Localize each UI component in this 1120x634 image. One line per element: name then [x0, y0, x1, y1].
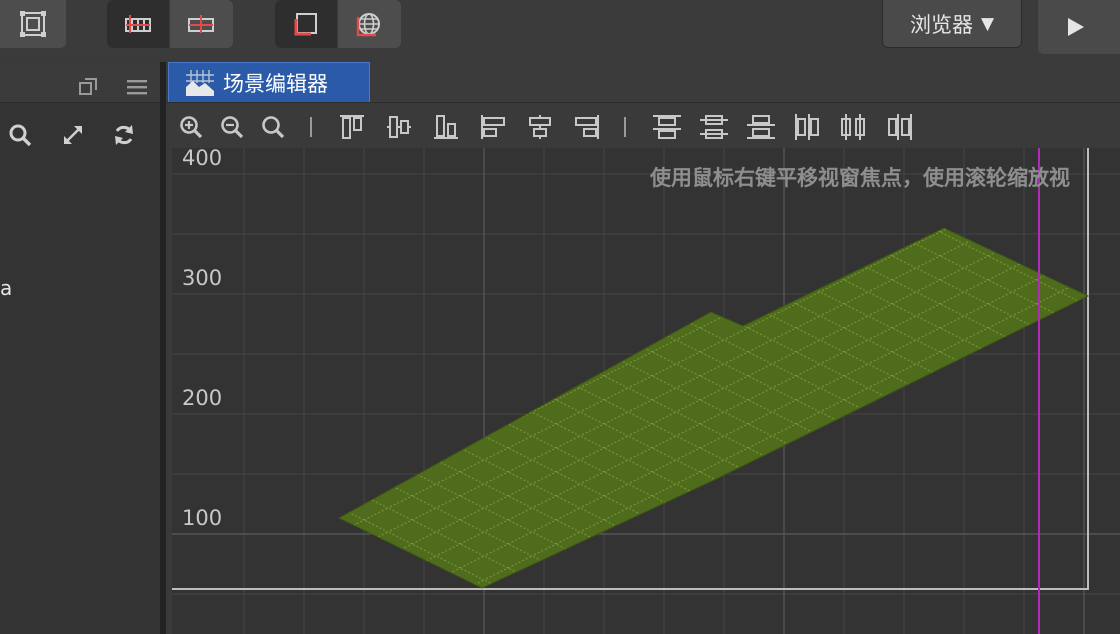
grid-ruler-icon [125, 15, 151, 33]
local-frame-icon [294, 13, 317, 36]
grid-mode-button-a[interactable] [107, 0, 169, 48]
coordinate-mode-group [275, 0, 401, 48]
panel-tools [0, 103, 160, 151]
zoom-in-icon[interactable] [179, 115, 203, 139]
y-axis-label-300: 300 [182, 266, 223, 290]
grid-mode-button-b[interactable] [169, 0, 232, 48]
align-right-icon[interactable] [573, 113, 601, 141]
browser-select-label: 浏览器 [909, 12, 973, 37]
grid-cross-icon [188, 15, 214, 33]
align-top-icon[interactable] [338, 113, 366, 141]
local-space-button[interactable] [275, 0, 337, 48]
y-axis-label-200: 200 [182, 386, 223, 410]
toolbar-separator [310, 117, 312, 137]
frame-icon [20, 11, 46, 37]
search-icon[interactable] [8, 123, 32, 147]
frame-view-button[interactable] [0, 0, 66, 48]
tab-label: 场景编辑器 [223, 71, 328, 96]
menu-icon[interactable] [127, 79, 147, 95]
distribute-bottom-icon[interactable] [745, 113, 777, 141]
y-axis-label-400: 400 [182, 148, 223, 170]
zoom-out-icon[interactable] [220, 115, 244, 139]
distribute-middle-icon[interactable] [698, 113, 730, 141]
grid-mode-group [107, 0, 233, 48]
play-button[interactable] [1038, 0, 1120, 54]
align-vertical-center-icon[interactable] [385, 113, 413, 141]
globe-icon [356, 13, 380, 37]
chevron-down-icon: ▼ [980, 13, 995, 34]
distribute-left-icon[interactable] [793, 112, 821, 142]
refresh-icon[interactable] [112, 123, 136, 147]
browser-select[interactable]: 浏览器 ▼ [882, 0, 1022, 48]
tab-scene-editor[interactable]: 场景编辑器 [168, 62, 370, 102]
popout-icon[interactable] [79, 78, 97, 96]
hierarchy-panel: a [0, 62, 160, 634]
y-axis-label-100: 100 [182, 506, 223, 530]
scene-canvas[interactable] [172, 148, 1120, 634]
world-space-button[interactable] [337, 0, 400, 48]
align-left-icon[interactable] [479, 113, 507, 141]
align-horizontal-center-icon[interactable] [526, 113, 554, 141]
viewport-hint: 使用鼠标右键平移视窗焦点，使用滚轮缩放视 [650, 166, 1070, 190]
distribute-top-icon[interactable] [651, 113, 683, 141]
zoom-reset-icon[interactable] [261, 115, 285, 139]
scene-icon [186, 69, 214, 96]
distribute-center-icon[interactable] [839, 112, 867, 142]
scene-toolbar [166, 102, 1120, 149]
distribute-right-icon[interactable] [886, 112, 914, 142]
align-bottom-icon[interactable] [432, 113, 460, 141]
scene-tab-bar: 场景编辑器 [166, 56, 1120, 102]
toolbar-separator [624, 117, 626, 137]
expand-icon[interactable] [61, 123, 85, 147]
scene-viewport[interactable]: 使用鼠标右键平移视窗焦点，使用滚轮缩放视 400 300 200 100 [172, 148, 1120, 634]
play-icon [1068, 18, 1084, 36]
panel-header [0, 62, 160, 103]
top-toolbar: 浏览器 ▼ [0, 0, 1120, 56]
node-label[interactable]: a [0, 276, 12, 300]
